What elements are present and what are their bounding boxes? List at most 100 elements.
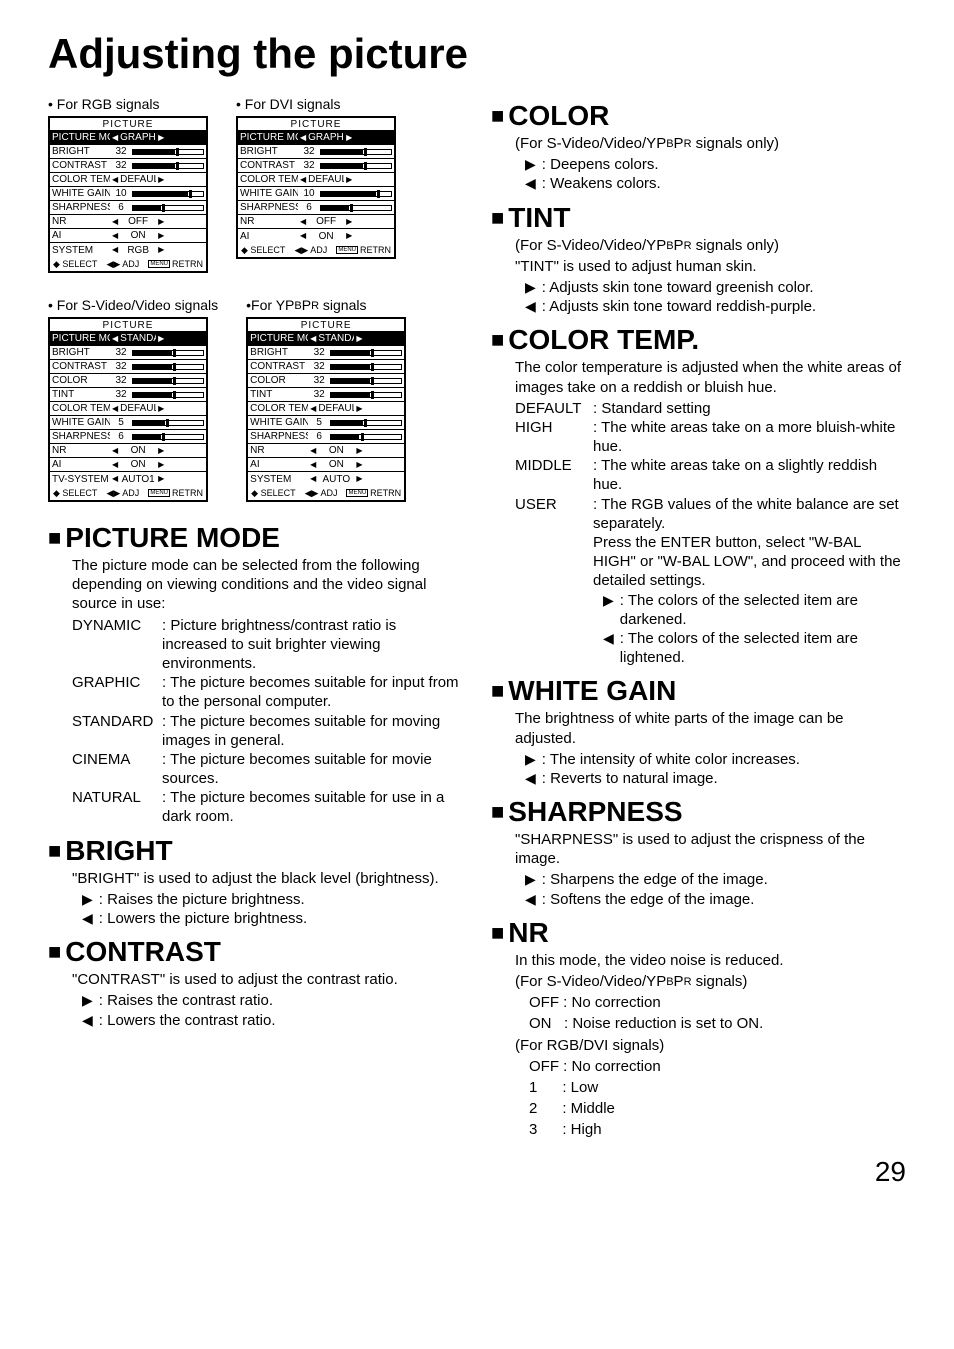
slider-track[interactable] — [132, 191, 204, 197]
menu-row[interactable]: AI◀ON▶ — [50, 229, 206, 243]
slider-thumb[interactable] — [371, 377, 374, 385]
right-arrow-icon[interactable]: ▶ — [158, 335, 164, 343]
left-arrow-icon[interactable]: ◀ — [300, 176, 306, 184]
slider-thumb[interactable] — [176, 148, 179, 156]
menu-row[interactable]: TV-SYSTEM◀AUTO1▶ — [50, 472, 206, 486]
slider-track[interactable] — [330, 350, 402, 356]
right-arrow-icon[interactable]: ▶ — [346, 232, 352, 240]
slider-thumb[interactable] — [173, 377, 176, 385]
right-arrow-icon[interactable]: ▶ — [356, 447, 362, 455]
menu-row[interactable]: SYSTEM◀AUTO▶ — [248, 472, 404, 486]
right-arrow-icon[interactable]: ▶ — [158, 232, 164, 240]
menu-row[interactable]: SHARPNESS6 — [50, 201, 206, 215]
menu-row[interactable]: WHITE GAIN10 — [238, 187, 394, 201]
slider-track[interactable] — [320, 191, 392, 197]
menu-row[interactable]: WHITE GAIN5 — [248, 416, 404, 430]
slider-track[interactable] — [320, 149, 392, 155]
right-arrow-icon[interactable]: ▶ — [158, 405, 164, 413]
slider-thumb[interactable] — [371, 391, 374, 399]
left-arrow-icon[interactable]: ◀ — [112, 232, 118, 240]
menu-row[interactable]: AI◀ON▶ — [248, 458, 404, 472]
slider-track[interactable] — [132, 163, 204, 169]
menu-row[interactable]: PICTURE MODE◀STANDARD▶ — [248, 332, 404, 346]
right-arrow-icon[interactable]: ▶ — [158, 176, 164, 184]
menu-row[interactable]: COLOR32 — [50, 374, 206, 388]
slider-track[interactable] — [330, 364, 402, 370]
menu-row[interactable]: WHITE GAIN10 — [50, 187, 206, 201]
menu-row[interactable]: COLOR TEMP.◀DEFAULT▶ — [50, 402, 206, 416]
slider-thumb[interactable] — [173, 349, 176, 357]
menu-row[interactable]: NR◀OFF▶ — [238, 215, 394, 229]
right-arrow-icon[interactable]: ▶ — [356, 461, 362, 469]
left-arrow-icon[interactable]: ◀ — [310, 447, 316, 455]
menu-row[interactable]: TINT32 — [50, 388, 206, 402]
menu-row[interactable]: COLOR TEMP.◀DEFAULT▶ — [50, 173, 206, 187]
menu-row[interactable]: COLOR32 — [248, 374, 404, 388]
right-arrow-icon[interactable]: ▶ — [356, 475, 362, 483]
slider-thumb[interactable] — [364, 419, 367, 427]
menu-row[interactable]: COLOR TEMP.◀DEFAULT▶ — [238, 173, 394, 187]
slider-track[interactable] — [330, 434, 402, 440]
slider-track[interactable] — [132, 434, 204, 440]
right-arrow-icon[interactable]: ▶ — [158, 246, 164, 254]
right-arrow-icon[interactable]: ▶ — [356, 335, 362, 343]
slider-thumb[interactable] — [364, 162, 367, 170]
left-arrow-icon[interactable]: ◀ — [112, 246, 118, 254]
left-arrow-icon[interactable]: ◀ — [112, 475, 118, 483]
right-arrow-icon[interactable]: ▶ — [346, 218, 352, 226]
menu-row[interactable]: CONTRAST32 — [50, 360, 206, 374]
menu-row[interactable]: BRIGHT32 — [248, 346, 404, 360]
slider-track[interactable] — [132, 364, 204, 370]
menu-row[interactable]: CONTRAST32 — [248, 360, 404, 374]
menu-row[interactable]: BRIGHT32 — [50, 346, 206, 360]
slider-track[interactable] — [132, 350, 204, 356]
right-arrow-icon[interactable]: ▶ — [346, 134, 352, 142]
slider-track[interactable] — [132, 378, 204, 384]
menu-row[interactable]: NR◀OFF▶ — [50, 215, 206, 229]
left-arrow-icon[interactable]: ◀ — [112, 134, 118, 142]
menu-row[interactable]: SHARPNESS6 — [50, 430, 206, 444]
slider-track[interactable] — [330, 420, 402, 426]
menu-row[interactable]: BRIGHT32 — [50, 145, 206, 159]
right-arrow-icon[interactable]: ▶ — [346, 176, 352, 184]
menu-row[interactable]: NR◀ON▶ — [248, 444, 404, 458]
menu-row[interactable]: SHARPNESS6 — [248, 430, 404, 444]
slider-track[interactable] — [132, 205, 204, 211]
slider-thumb[interactable] — [371, 349, 374, 357]
left-arrow-icon[interactable]: ◀ — [300, 218, 306, 226]
left-arrow-icon[interactable]: ◀ — [112, 218, 118, 226]
menu-row[interactable]: PICTURE MODE◀STANDARD▶ — [50, 332, 206, 346]
left-arrow-icon[interactable]: ◀ — [310, 461, 316, 469]
left-arrow-icon[interactable]: ◀ — [300, 134, 306, 142]
menu-row[interactable]: AI◀ON▶ — [238, 229, 394, 243]
slider-thumb[interactable] — [364, 148, 367, 156]
left-arrow-icon[interactable]: ◀ — [112, 461, 118, 469]
menu-row[interactable]: PICTURE MODE◀GRAPHIC▶ — [50, 131, 206, 145]
slider-track[interactable] — [330, 392, 402, 398]
menu-row[interactable]: CONTRAST32 — [238, 159, 394, 173]
slider-thumb[interactable] — [371, 363, 374, 371]
left-arrow-icon[interactable]: ◀ — [310, 405, 316, 413]
left-arrow-icon[interactable]: ◀ — [112, 405, 118, 413]
slider-thumb[interactable] — [350, 204, 353, 212]
menu-row[interactable]: WHITE GAIN5 — [50, 416, 206, 430]
slider-track[interactable] — [320, 163, 392, 169]
menu-row[interactable]: COLOR TEMP.◀DEFAULT▶ — [248, 402, 404, 416]
slider-thumb[interactable] — [377, 190, 380, 198]
left-arrow-icon[interactable]: ◀ — [112, 447, 118, 455]
menu-row[interactable]: SHARPNESS6 — [238, 201, 394, 215]
slider-thumb[interactable] — [173, 391, 176, 399]
slider-thumb[interactable] — [189, 190, 192, 198]
right-arrow-icon[interactable]: ▶ — [356, 405, 362, 413]
menu-row[interactable]: PICTURE MODE◀GRAPHIC▶ — [238, 131, 394, 145]
left-arrow-icon[interactable]: ◀ — [310, 475, 316, 483]
right-arrow-icon[interactable]: ▶ — [158, 461, 164, 469]
right-arrow-icon[interactable]: ▶ — [158, 447, 164, 455]
menu-row[interactable]: TINT32 — [248, 388, 404, 402]
slider-thumb[interactable] — [173, 363, 176, 371]
slider-track[interactable] — [330, 378, 402, 384]
left-arrow-icon[interactable]: ◀ — [300, 232, 306, 240]
slider-thumb[interactable] — [176, 162, 179, 170]
slider-track[interactable] — [132, 420, 204, 426]
left-arrow-icon[interactable]: ◀ — [112, 176, 118, 184]
